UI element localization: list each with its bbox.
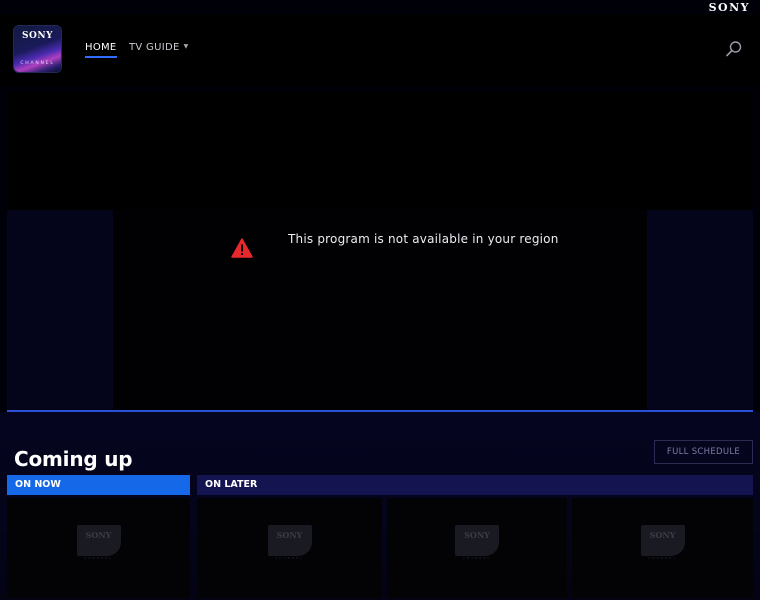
placeholder-logo-text: SONY [85,530,112,540]
tab-on-now[interactable]: ON NOW [7,475,190,495]
full-schedule-button[interactable]: FULL SCHEDULE [654,440,753,464]
tab-on-later[interactable]: ON LATER [197,475,753,495]
search-icon[interactable] [725,40,743,58]
program-card-later[interactable]: SONY CHANNEL [197,498,382,598]
placeholder-logo-text: SONY [464,530,490,540]
placeholder-logo-subtext: CHANNEL [275,556,304,560]
coming-up-title: Coming up [14,447,133,471]
warning-icon [231,238,253,258]
region-unavailable-message: This program is not available in your re… [288,232,559,246]
logo-wordmark: SONY [22,31,53,41]
placeholder-logo-subtext: CHANNEL [648,556,677,560]
player-side-right [647,210,753,410]
sony-placeholder-logo: SONY [640,525,685,556]
program-card-later[interactable]: SONY CHANNEL [387,498,567,598]
player-top-band [7,92,753,210]
player-side-left [7,210,113,410]
program-card-later[interactable]: SONY CHANNEL [572,498,753,598]
sony-placeholder-logo: SONY [267,525,312,556]
logo-channel-text: CHANNEL [20,61,55,66]
nav-home[interactable]: HOME [85,42,117,58]
sony-placeholder-logo: SONY [455,525,499,556]
video-player[interactable] [7,92,753,410]
sony-corporate-logo[interactable]: SONY [709,1,750,14]
nav-tv-guide[interactable]: TV GUIDE ▼ [129,42,189,53]
sony-placeholder-logo: SONY [76,525,121,556]
program-card-on-now[interactable]: SONY CHANNEL [7,498,190,598]
placeholder-logo-subtext: CHANNEL [84,556,113,560]
placeholder-logo-text: SONY [276,530,303,540]
placeholder-logo-subtext: CHANNEL [462,556,492,560]
chevron-down-icon: ▼ [183,43,189,50]
placeholder-logo-text: SONY [649,530,676,540]
sony-channel-logo[interactable]: SONY CHANNEL [14,26,61,72]
nav-tv-guide-label: TV GUIDE [129,42,180,53]
